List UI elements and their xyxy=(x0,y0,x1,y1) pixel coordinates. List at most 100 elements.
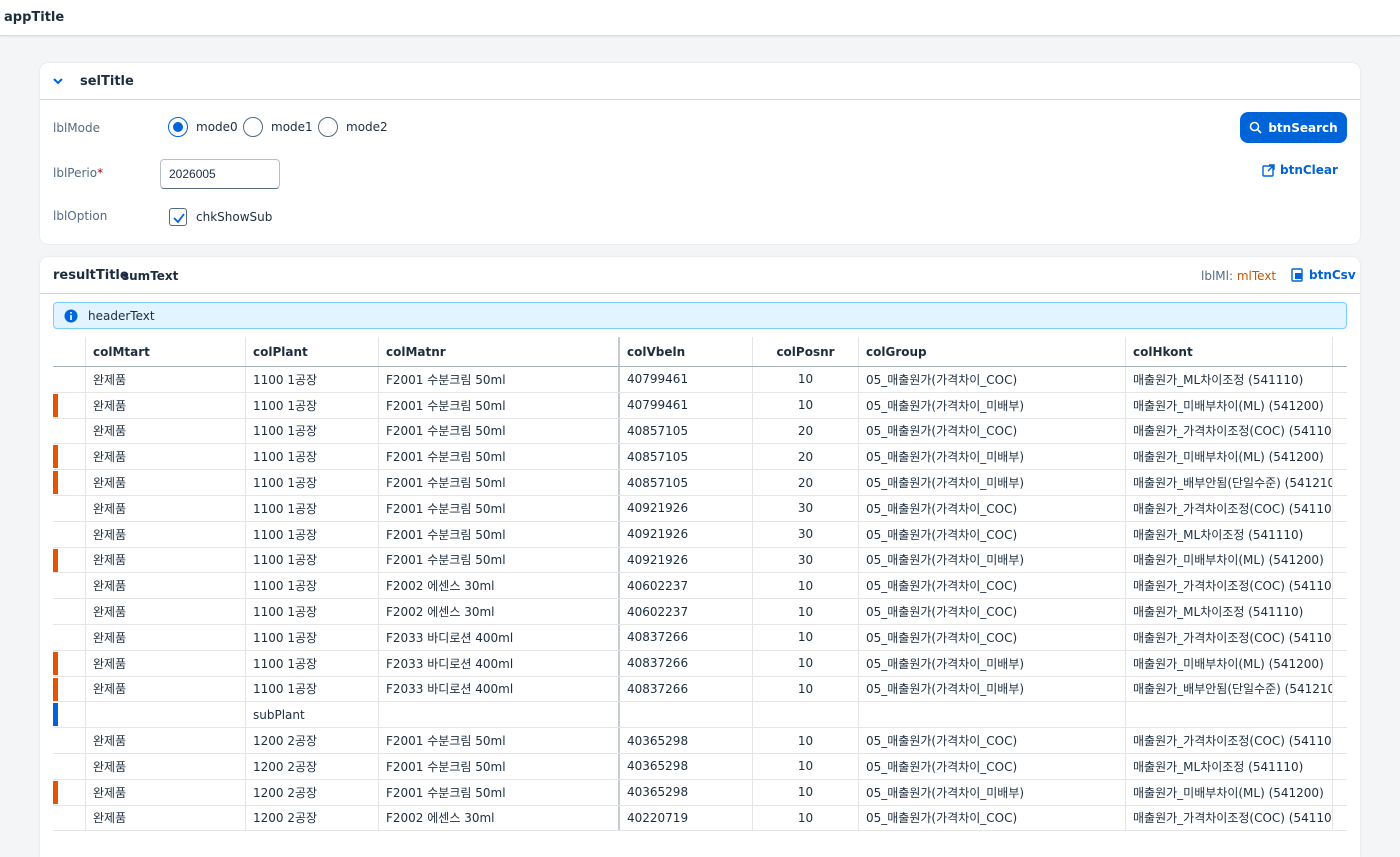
table-row[interactable]: 완제품 1200 2공장 F2001 수분크림 50ml 40365298 10 05_매… xyxy=(53,779,1347,806)
search-button[interactable]: btnSearch xyxy=(1240,112,1347,143)
row-selector[interactable] xyxy=(53,805,86,831)
cell-posnr: 10 xyxy=(753,599,859,624)
row-selector[interactable] xyxy=(53,676,86,702)
table-row[interactable]: 완제품 1100 1공장 F2001 수분크림 50ml 40857105 20 05_매… xyxy=(53,470,1347,496)
cell-matnr: F2001 수분크림 50ml xyxy=(379,547,620,573)
row-selector[interactable] xyxy=(53,728,86,753)
radio-mode0[interactable]: mode0 xyxy=(168,117,238,137)
table-row[interactable]: 완제품 1100 1공장 F2001 수분크림 50ml 40921926 30 05_매… xyxy=(53,521,1347,548)
cell-vbeln: 40921926 xyxy=(620,547,753,573)
radio-circle[interactable] xyxy=(243,117,263,137)
cell-hkont: 매출원가_미배부차이(ML) (541200) xyxy=(1126,779,1333,805)
table-row[interactable]: 완제품 1100 1공장 F2033 바디로션 400ml 40837266 10 05_… xyxy=(53,624,1347,651)
cell-group: 05_매출원가(가격차이_COC) xyxy=(859,599,1126,624)
column-header-vbeln[interactable]: colVbeln xyxy=(620,337,753,366)
table-row[interactable]: 완제품 1100 1공장 F2033 바디로션 400ml 40837266 10 05_… xyxy=(53,650,1347,677)
cell-plant: 1100 1공장 xyxy=(246,367,379,392)
table-row[interactable]: 완제품 1100 1공장 F2001 수분크림 50ml 40799461 10 05_매… xyxy=(53,367,1347,393)
cell-posnr: 20 xyxy=(753,418,859,444)
table-row[interactable]: 완제품 1100 1공장 F2001 수분크림 50ml 40921926 30 05_매… xyxy=(53,495,1347,522)
chevron-down-icon[interactable] xyxy=(51,74,65,88)
cell-vbeln: 40365298 xyxy=(620,753,753,779)
cell-vbeln: 40837266 xyxy=(620,676,753,702)
cell-plant: 1100 1공장 xyxy=(246,521,379,547)
table-row[interactable]: 완제품 1100 1공장 F2001 수분크림 50ml 40921926 30 05_매… xyxy=(53,547,1347,574)
table-row[interactable]: 완제품 1100 1공장 F2001 수분크림 50ml 40799461 10 05_매… xyxy=(53,392,1347,419)
cell-matnr: F2033 바디로션 400ml xyxy=(379,624,620,650)
row-selector[interactable] xyxy=(53,753,86,779)
row-selector[interactable] xyxy=(53,521,86,547)
checkbox-box[interactable] xyxy=(169,208,187,226)
radio-mode1[interactable]: mode1 xyxy=(243,117,313,137)
column-header-plant[interactable]: colPlant xyxy=(246,337,379,366)
cell-vbeln: 40857105 xyxy=(620,418,753,444)
cell-vbeln xyxy=(620,702,753,728)
cell-posnr: 20 xyxy=(753,470,859,495)
row-selector[interactable] xyxy=(53,367,86,392)
subtotal-row[interactable]: subPlant xyxy=(53,702,1347,729)
radio-label-mode0: mode0 xyxy=(196,120,238,134)
table-row[interactable]: 완제품 1100 1공장 F2002 에센스 30ml 40602237 10 05_매출… xyxy=(53,573,1347,600)
row-selector[interactable] xyxy=(53,702,86,728)
row-selector[interactable] xyxy=(53,392,86,418)
row-selector[interactable] xyxy=(53,624,86,650)
row-selector-header xyxy=(53,337,86,366)
info-icon xyxy=(64,309,78,323)
csv-button[interactable]: btnCsv xyxy=(1290,268,1356,282)
table-row[interactable]: 완제품 1200 2공장 F2001 수분크림 50ml 40365298 10 05_매… xyxy=(53,753,1347,780)
show-sub-checkbox[interactable]: chkShowSub xyxy=(169,208,272,226)
column-header-hkont[interactable]: colHkont xyxy=(1126,337,1333,366)
table-row[interactable]: 완제품 1200 2공장 F2002 에센스 30ml 40220719 10 05_매출… xyxy=(53,805,1347,832)
radio-circle[interactable] xyxy=(318,117,338,137)
cell-matnr: F2001 수분크림 50ml xyxy=(379,779,620,805)
selection-title: selTitle xyxy=(80,74,134,89)
result-panel: resultTitle sumText lblMl: mlText btnCsv… xyxy=(40,257,1360,857)
selection-panel: selTitle lblMode mode0 mode1 mode2 lblPe… xyxy=(40,63,1360,244)
cell-mtart: 완제품 xyxy=(86,495,246,521)
radio-circle-selected[interactable] xyxy=(168,117,188,137)
row-selector[interactable] xyxy=(53,495,86,521)
cell-vbeln: 40602237 xyxy=(620,599,753,624)
row-highlight-marker xyxy=(53,651,58,675)
table-row[interactable]: 완제품 1100 1공장 F2001 수분크림 50ml 40857105 20 05_매… xyxy=(53,418,1347,445)
cell-group: 05_매출원가(가격차이_미배부) xyxy=(859,392,1126,418)
cell-hkont: 매출원가_가격차이조정(COC) (541100) xyxy=(1126,418,1333,444)
row-selector[interactable] xyxy=(53,779,86,805)
row-selector[interactable] xyxy=(53,444,86,470)
radio-mode2[interactable]: mode2 xyxy=(318,117,388,137)
cell-vbeln: 40602237 xyxy=(620,573,753,599)
cell-plant: 1200 2공장 xyxy=(246,805,379,831)
row-selector[interactable] xyxy=(53,418,86,444)
cell-plant: 1200 2공장 xyxy=(246,753,379,779)
cell-plant: subPlant xyxy=(246,702,379,728)
clear-button-label: btnClear xyxy=(1280,163,1338,177)
table-row[interactable]: 완제품 1100 1공장 F2033 바디로션 400ml 40837266 10 05_… xyxy=(53,676,1347,703)
column-header-posnr[interactable]: colPosnr xyxy=(753,337,859,366)
cell-group: 05_매출원가(가격차이_미배부) xyxy=(859,444,1126,470)
cell-posnr: 30 xyxy=(753,547,859,573)
row-selector[interactable] xyxy=(53,547,86,573)
row-selector[interactable] xyxy=(53,470,86,495)
column-header-mtart[interactable]: colMtart xyxy=(86,337,246,366)
cell-mtart: 완제품 xyxy=(86,805,246,831)
table-row[interactable]: 완제품 1200 2공장 F2001 수분크림 50ml 40365298 10 05_매… xyxy=(53,728,1347,754)
row-highlight-marker xyxy=(53,393,58,417)
csv-button-label: btnCsv xyxy=(1309,268,1356,282)
clear-button[interactable]: btnClear xyxy=(1262,163,1338,177)
row-selector[interactable] xyxy=(53,599,86,624)
selection-panel-header[interactable]: selTitle xyxy=(40,63,1360,100)
cell-group: 05_매출원가(가격차이_미배부) xyxy=(859,779,1126,805)
table-row[interactable]: 완제품 1100 1공장 F2001 수분크림 50ml 40857105 20 05_매… xyxy=(53,444,1347,471)
cell-group: 05_매출원가(가격차이_COC) xyxy=(859,728,1126,753)
row-selector[interactable] xyxy=(53,573,86,599)
ml-value: mlText xyxy=(1236,269,1277,283)
cell-mtart xyxy=(86,702,246,728)
cell-plant: 1100 1공장 xyxy=(246,676,379,702)
table-row[interactable]: 완제품 1100 1공장 F2002 에센스 30ml 40602237 10 05_매출… xyxy=(53,599,1347,625)
subtotal-marker xyxy=(53,703,58,727)
column-header-group[interactable]: colGroup xyxy=(859,337,1126,366)
column-header-matnr[interactable]: colMatnr xyxy=(379,337,620,366)
row-selector[interactable] xyxy=(53,650,86,676)
period-input[interactable]: 2026005 xyxy=(160,159,280,189)
cell-hkont: 매출원가_가격차이조정(COC) (541100) xyxy=(1126,624,1333,650)
